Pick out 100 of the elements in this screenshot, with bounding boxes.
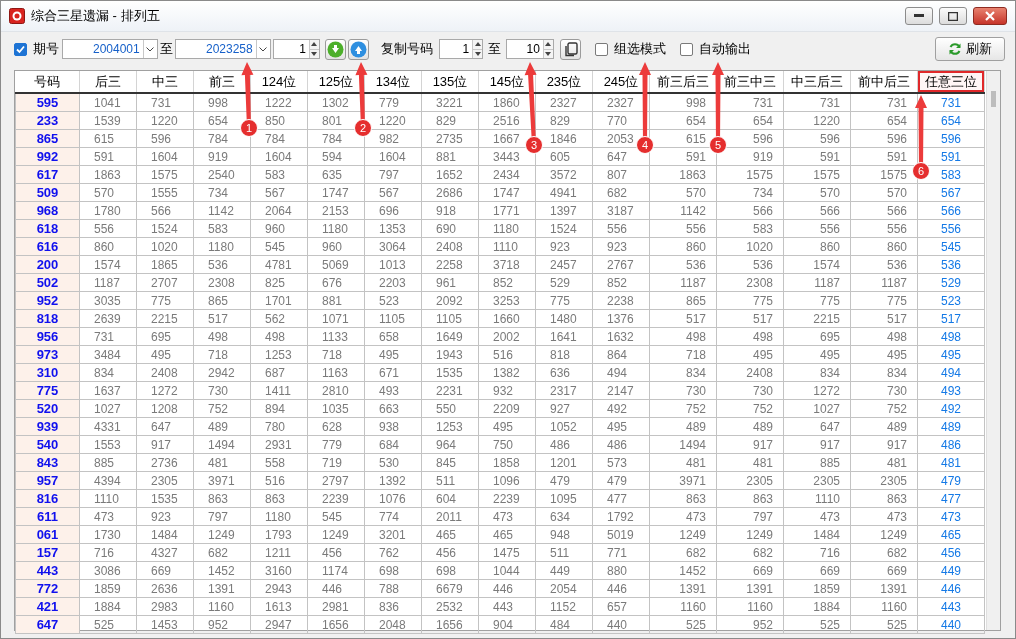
spin-field[interactable]: 1 — [440, 42, 473, 56]
close-button[interactable] — [973, 7, 1007, 25]
table-cell: 492 — [592, 399, 650, 418]
table-cell: 498 — [649, 327, 717, 346]
table-cell: 1555 — [136, 183, 194, 202]
table-cell: 481 — [850, 453, 918, 472]
table-cell: 566 — [850, 201, 918, 220]
table-cell: 2239 — [478, 489, 536, 508]
table-cell: 797 — [364, 165, 422, 184]
spin-box[interactable]: 10 — [506, 39, 554, 59]
table-cell: 615 — [79, 129, 137, 148]
table-cell: 1253 — [421, 417, 479, 436]
table-cell: 2797 — [307, 471, 365, 490]
table-cell: 1604 — [136, 147, 194, 166]
table-cell: 556 — [79, 219, 137, 238]
table-cell: 1858 — [478, 453, 536, 472]
spin-field[interactable]: 1 — [274, 42, 309, 56]
table-cell: 932 — [478, 381, 536, 400]
down-arrow-icon[interactable] — [474, 51, 481, 56]
caret-icon[interactable] — [259, 46, 268, 52]
table-cell: 495 — [917, 345, 985, 364]
table-cell: 669 — [716, 561, 784, 580]
table-cell: 2434 — [478, 165, 536, 184]
table-cell: 1391 — [716, 579, 784, 598]
period-field[interactable]: 2023258 — [176, 42, 256, 56]
table-cell: 1865 — [136, 255, 194, 274]
table-cell: 2736 — [136, 453, 194, 472]
table-cell: 1859 — [783, 579, 851, 598]
copy-button[interactable] — [560, 38, 581, 60]
table-cell: 1863 — [649, 165, 717, 184]
table-cell: 3035 — [79, 291, 137, 310]
table-cell: 567 — [917, 183, 985, 202]
table-cell: 473 — [649, 507, 717, 526]
spin-box[interactable]: 1 — [273, 39, 320, 59]
caret-icon[interactable] — [146, 46, 155, 52]
table-cell: 570 — [850, 183, 918, 202]
table-cell: 731 — [850, 93, 918, 112]
down-arrow-icon[interactable] — [545, 51, 552, 56]
table-cell: 570 — [649, 183, 717, 202]
table-cell: 682 — [649, 543, 717, 562]
maximize-button[interactable] — [939, 7, 967, 25]
table-cell: 1771 — [478, 201, 536, 220]
table-cell: 834 — [783, 363, 851, 382]
checkbox[interactable] — [14, 42, 27, 56]
table-cell: 494 — [917, 363, 985, 382]
period-field[interactable]: 2004001 — [63, 42, 143, 56]
table-cell: 1524 — [535, 219, 593, 238]
table-cell: 1180 — [307, 219, 365, 238]
table-cell: 456 — [421, 543, 479, 562]
down-arrow-icon[interactable] — [311, 51, 318, 56]
column-header[interactable]: 后三 — [79, 71, 137, 93]
column-header[interactable]: 任意三位 — [917, 71, 985, 93]
table-cell: 498 — [250, 327, 308, 346]
scrollbar[interactable] — [986, 71, 1000, 630]
minimize-button[interactable] — [905, 7, 933, 25]
table-cell: 1105 — [364, 309, 422, 328]
column-header[interactable]: 135位 — [421, 71, 479, 93]
table-cell: 917 — [716, 435, 784, 454]
table-cell: 1574 — [79, 255, 137, 274]
table-cell: 2686 — [421, 183, 479, 202]
spin-box[interactable]: 1 — [439, 39, 483, 59]
table-cell: 545 — [250, 237, 308, 256]
table-cell: 2258 — [421, 255, 479, 274]
table-cell: 523 — [917, 291, 985, 310]
checkbox[interactable] — [680, 42, 693, 56]
down-arrow-button[interactable] — [325, 38, 346, 60]
table-cell: 545 — [307, 507, 365, 526]
refresh-button[interactable]: 刷新 — [935, 37, 1005, 61]
table-cell: 479 — [917, 471, 985, 490]
table-cell: 1475 — [478, 543, 536, 562]
table-cell: 865 — [193, 291, 251, 310]
table-cell: 952 — [716, 615, 784, 634]
table-cell: 852 — [592, 273, 650, 292]
table-cell: 1780 — [79, 201, 137, 220]
table-cell: 1884 — [79, 597, 137, 616]
column-header[interactable]: 中三 — [136, 71, 194, 93]
up-arrow-icon[interactable] — [545, 42, 552, 47]
up-arrow-button[interactable] — [348, 38, 369, 60]
table-cell: 834 — [649, 363, 717, 382]
table-cell: 566 — [783, 201, 851, 220]
table-cell: 1943 — [421, 345, 479, 364]
table-cell: 2810 — [307, 381, 365, 400]
table-cell: 2931 — [250, 435, 308, 454]
period-combo[interactable]: 2004001 — [62, 39, 158, 59]
spin-field[interactable]: 10 — [507, 42, 543, 56]
table-cell: 919 — [193, 147, 251, 166]
table-cell: 775 — [850, 291, 918, 310]
checkbox[interactable] — [595, 42, 608, 56]
up-arrow-icon[interactable] — [474, 42, 481, 47]
up-arrow-icon[interactable] — [311, 42, 318, 47]
column-header[interactable]: 中三后三 — [783, 71, 851, 93]
table-cell: 545 — [917, 237, 985, 256]
table-cell: 558 — [250, 453, 308, 472]
table-cell: 1249 — [649, 525, 717, 544]
period-combo[interactable]: 2023258 — [175, 39, 271, 59]
table-cell: 690 — [421, 219, 479, 238]
table-cell: 1249 — [850, 525, 918, 544]
table-cell: 2231 — [421, 381, 479, 400]
table-cell: 4327 — [136, 543, 194, 562]
table-cell: 1211 — [250, 543, 308, 562]
